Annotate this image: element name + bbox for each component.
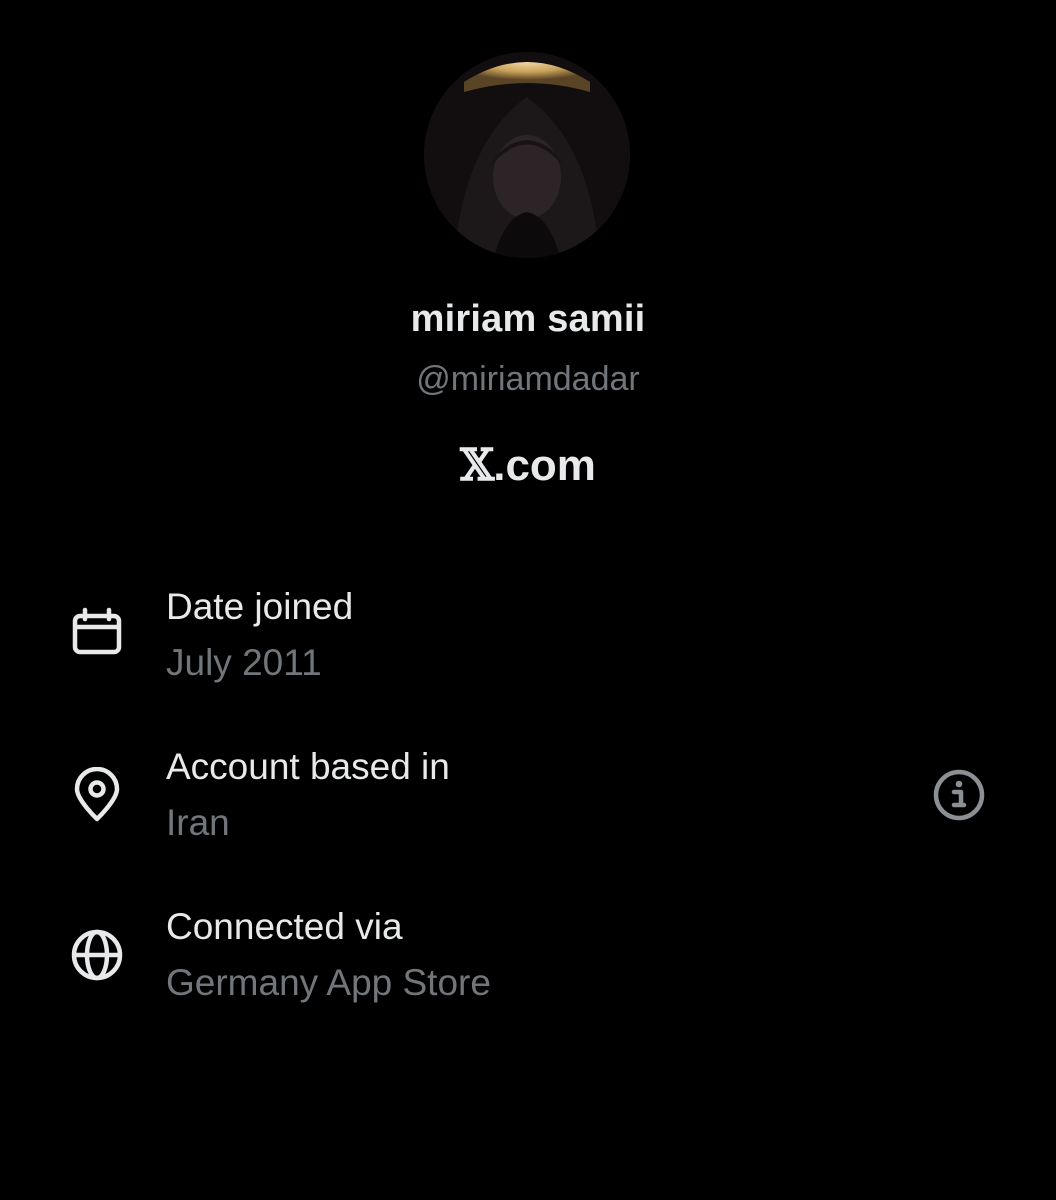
user-handle: @miriamdadar [416, 360, 640, 398]
detail-label-connected-via: Connected via [166, 906, 403, 947]
detail-value-account-based-in: Iran [166, 802, 230, 843]
detail-value-date-joined: July 2011 [166, 642, 322, 683]
location-pin-icon [68, 766, 126, 824]
display-name: miriam samii [410, 298, 646, 340]
detail-row-account-based-in: Account based in Iran [0, 746, 1056, 856]
site-domain: .com [493, 441, 596, 490]
detail-row-connected-via: Connected via Germany App Store [0, 906, 1056, 1016]
avatar-photo [424, 52, 630, 258]
avatar[interactable] [424, 52, 630, 258]
calendar-icon [68, 604, 126, 662]
detail-value-connected-via: Germany App Store [166, 962, 491, 1003]
site-label: 𝕏.com [0, 440, 1056, 491]
x-logo: 𝕏 [460, 440, 494, 491]
info-button[interactable] [930, 768, 988, 826]
info-icon [931, 767, 987, 828]
detail-row-date-joined: Date joined July 2011 [0, 586, 1056, 696]
globe-icon [68, 926, 126, 984]
detail-label-account-based-in: Account based in [166, 746, 450, 787]
detail-label-date-joined: Date joined [166, 586, 354, 627]
